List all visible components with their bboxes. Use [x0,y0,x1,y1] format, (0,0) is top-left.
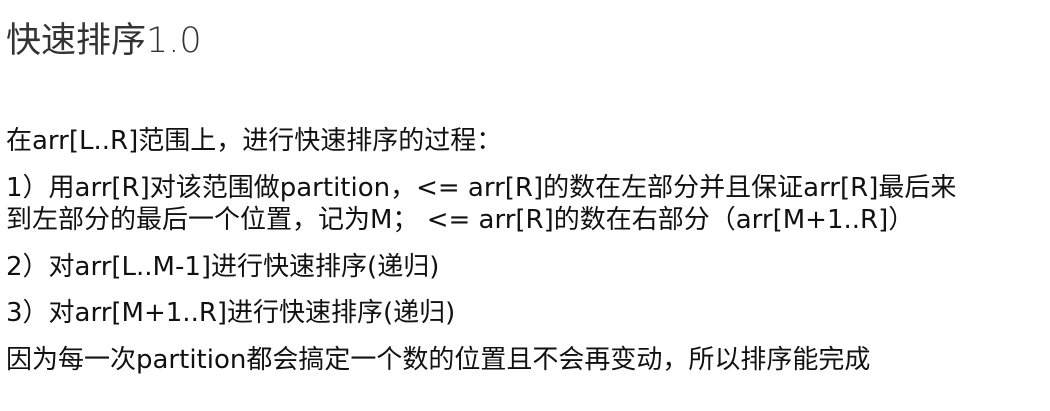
conclusion: 因为每一次partition都会搞定一个数的位置且不会再变动，所以排序能完成 [6,345,871,375]
page-title: 快速排序1.0 [6,21,202,61]
step-1-line-1: 1）用arr[R]对该范围做partition，<= arr[R]的数在左部分并… [6,173,957,203]
paragraph-intro: 在arr[L..R]范围上，进行快速排序的过程： [6,126,503,156]
step-3: 3）对arr[M+1..R]进行快速排序(递归) [6,298,456,328]
step-2: 2）对arr[L..M-1]进行快速排序(递归) [6,252,440,282]
step-1-line-2: 到左部分的最后一个位置，记为M； <= arr[R]的数在右部分（arr[M+1… [6,205,915,235]
